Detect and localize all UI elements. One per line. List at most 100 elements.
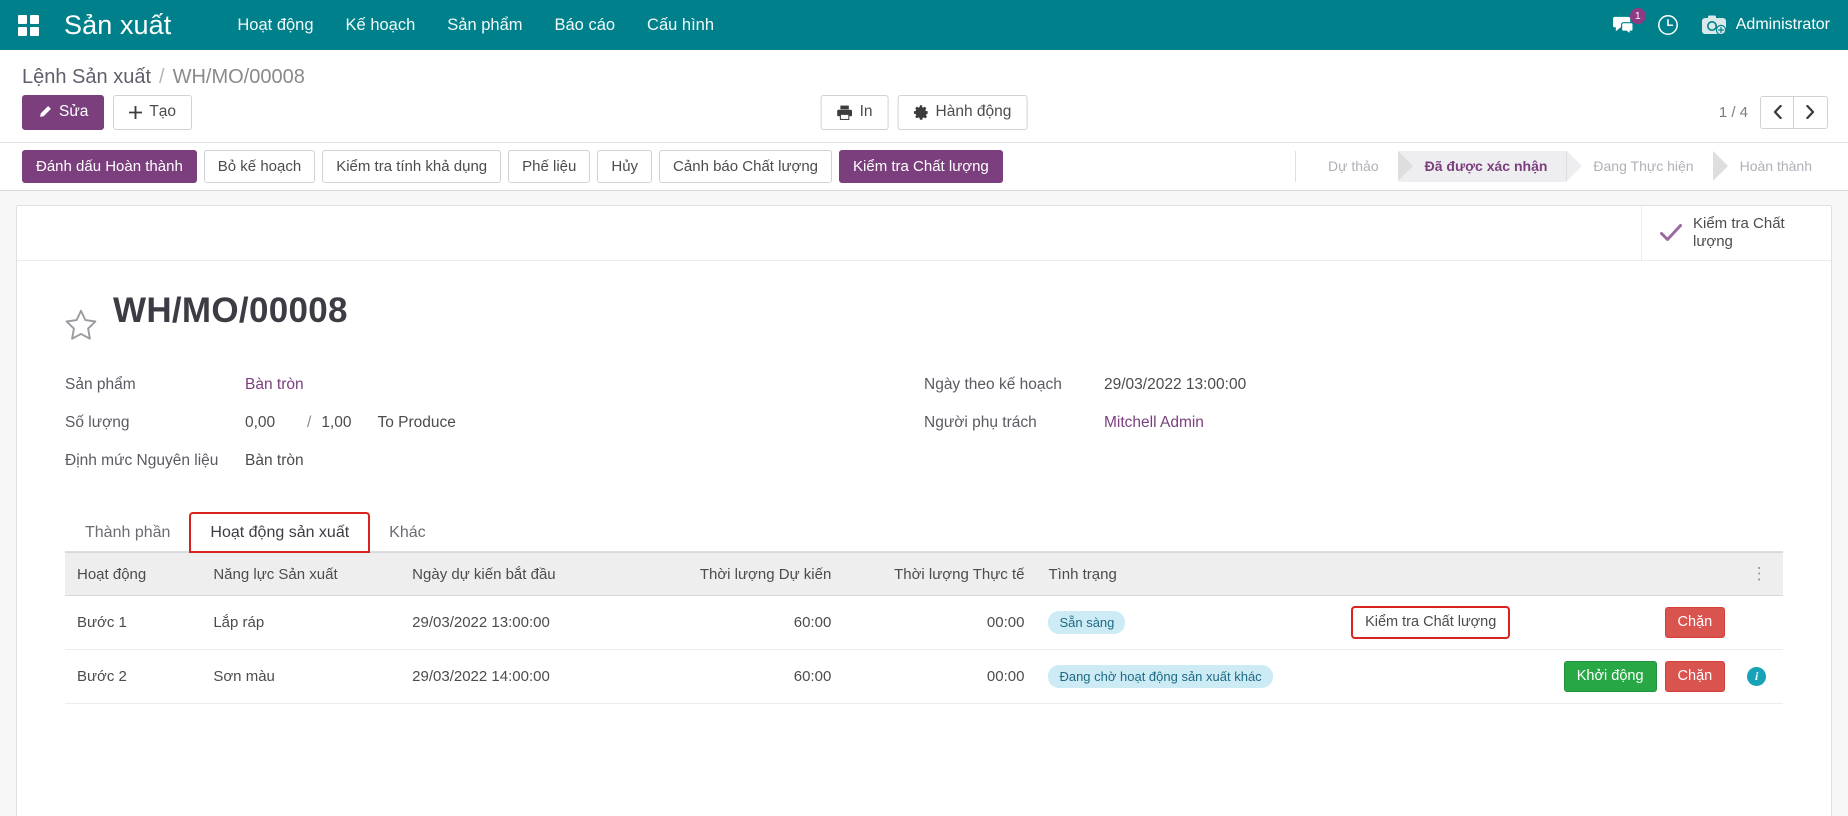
nav-menu-san-pham[interactable]: Sản phẩm [431,9,538,42]
info-icon[interactable]: i [1747,667,1766,686]
work-orders-table: Hoạt động Năng lực Sản xuất Ngày dự kiến… [65,552,1783,704]
plus-icon [129,106,142,119]
row-quality-check-button[interactable]: Kiểm tra Chất lượng [1352,607,1509,638]
quantity-produced-value[interactable]: 0,00 [245,411,297,435]
field-row-product: Sản phẩm Bàn tròn [65,373,884,397]
mark-done-button[interactable]: Đánh dấu Hoàn thành [22,150,197,184]
tab-khac[interactable]: Khác [369,513,445,552]
form-sheet: Kiểm tra Chất lượng WH/MO/00008 Sản phẩm… [16,205,1832,816]
table-row[interactable]: Bước 2 Sơn màu 29/03/2022 14:00:00 60:00… [65,649,1783,703]
status-stage-confirmed[interactable]: Đã được xác nhận [1399,151,1568,182]
cell-row-info: i [1735,649,1783,703]
field-value-quantity: 0,00 / 1,00 To Produce [245,411,456,435]
pager-next-button[interactable] [1794,96,1828,129]
cancel-button[interactable]: Hủy [597,150,652,184]
control-panel-center: In Hành động [821,95,1028,130]
create-button-label: Tạo [149,103,176,122]
star-outline-icon[interactable] [65,309,97,345]
field-value-scheduled-date[interactable]: 29/03/2022 13:00:00 [1104,373,1246,397]
nav-menu-bao-cao[interactable]: Báo cáo [539,9,632,42]
scrap-button[interactable]: Phế liệu [508,150,590,184]
cell-status: Sẵn sàng [1036,596,1320,650]
quality-check-button[interactable]: Kiểm tra Chất lượng [839,150,1003,184]
table-header: Hoạt động Năng lực Sản xuất Ngày dự kiến… [65,553,1783,596]
cell-action-primary [1321,649,1520,703]
col-expected-duration[interactable]: Thời lượng Dự kiến [639,553,844,596]
cell-workcenter: Sơn màu [201,649,400,703]
unplan-button[interactable]: Bỏ kế hoạch [204,150,315,184]
apps-menu-button[interactable] [0,0,56,50]
pager-previous-button[interactable] [1760,96,1794,129]
row-start-button[interactable]: Khởi động [1564,661,1657,692]
control-panel: Sửa Tạo In Hành động 1 / 4 [0,95,1848,142]
col-workcenter[interactable]: Năng lực Sản xuất [201,553,400,596]
status-stage-draft[interactable]: Dự thảo [1302,151,1399,182]
create-button[interactable]: Tạo [113,95,192,130]
field-value-responsible[interactable]: Mitchell Admin [1104,411,1204,435]
check-icon [1660,223,1682,243]
breadcrumb-separator: / [159,66,165,89]
col-actions-primary [1321,553,1520,596]
quantity-target-value[interactable]: 1,00 [321,411,351,435]
form-group-left: Sản phẩm Bàn tròn Số lượng 0,00 / 1,00 T… [65,373,924,487]
nav-menu-cau-hinh[interactable]: Cấu hình [631,9,730,42]
printer-icon [837,105,853,120]
table-row[interactable]: Bước 1 Lắp ráp 29/03/2022 13:00:00 60:00… [65,596,1783,650]
nav-menu-ke-hoach[interactable]: Kế hoạch [330,9,432,42]
field-label-scheduled-date: Ngày theo kế hoạch [924,373,1104,397]
status-stage-done[interactable]: Hoàn thành [1714,151,1832,182]
print-button[interactable]: In [821,95,889,130]
breadcrumb-root-link[interactable]: Lệnh Sản xuất [22,66,151,89]
top-navbar: Sản xuất Hoạt động Kế hoạch Sản phẩm Báo… [0,0,1848,50]
field-value-bom[interactable]: Bàn tròn [245,449,304,473]
smart-button-label: Kiểm tra Chất lượng [1693,215,1808,251]
smart-button-quality-check[interactable]: Kiểm tra Chất lượng [1641,206,1831,260]
col-operation[interactable]: Hoạt động [65,553,201,596]
field-label-responsible: Người phụ trách [924,411,1104,435]
action-button[interactable]: Hành động [898,95,1028,130]
cell-expected-duration: 60:00 [639,649,844,703]
check-availability-button[interactable]: Kiểm tra tính khả dụng [322,150,501,184]
tab-hoat-dong-san-xuat[interactable]: Hoạt động sản xuất [190,513,369,552]
navbar-right-tools: 1 Administrator [1612,14,1830,36]
col-status[interactable]: Tình trạng [1036,553,1320,596]
messages-badge: 1 [1630,8,1646,25]
vertical-dots-icon[interactable]: ⋮ [1751,564,1768,583]
chevron-right-icon [1806,105,1815,119]
cell-workcenter: Lắp ráp [201,596,400,650]
cell-operation: Bước 1 [65,596,201,650]
quality-alert-button[interactable]: Cảnh báo Chất lượng [659,150,832,184]
tab-thanh-phan[interactable]: Thành phần [65,513,190,552]
field-value-product[interactable]: Bàn tròn [245,373,304,397]
messages-button[interactable]: 1 [1612,15,1635,36]
avatar-camera-icon [1701,14,1727,36]
status-stage-in-progress[interactable]: Đang Thực hiện [1567,151,1713,182]
table-header-row: Hoạt động Năng lực Sản xuất Ngày dự kiến… [65,553,1783,596]
row-block-button[interactable]: Chặn [1665,607,1726,638]
activities-button[interactable] [1657,14,1679,36]
edit-button[interactable]: Sửa [22,95,104,130]
col-real-duration[interactable]: Thời lượng Thực tế [843,553,1036,596]
row-button-stack: Khởi động Chặn [1564,661,1725,692]
field-label-quantity: Số lượng [65,411,245,435]
print-button-label: In [860,103,873,122]
user-menu[interactable]: Administrator [1701,14,1830,36]
cell-action-secondary: Chặn [1519,596,1735,650]
app-brand-title[interactable]: Sản xuất [64,10,171,41]
nav-menu-hoat-dong[interactable]: Hoạt động [221,9,329,42]
record-title-row: WH/MO/00008 [17,261,1831,353]
cell-start-date: 29/03/2022 13:00:00 [400,596,639,650]
status-action-buttons: Đánh dấu Hoàn thành Bỏ kế hoạch Kiểm tra… [22,150,1003,184]
gear-icon [914,105,929,120]
cell-action-secondary: Khởi động Chặn [1519,649,1735,703]
pager-counter: 1 / 4 [1719,104,1748,121]
field-row-responsible: Người phụ trách Mitchell Admin [924,411,1743,435]
status-flow: Dự thảo Đã được xác nhận Đang Thực hiện … [1295,151,1832,182]
cell-start-date: 29/03/2022 14:00:00 [400,649,639,703]
field-row-bom: Định mức Nguyên liệu Bàn tròn [65,449,884,473]
smart-button-row: Kiểm tra Chất lượng [17,206,1831,261]
cell-status: Đang chờ hoạt động sản xuất khác [1036,649,1320,703]
col-start-date[interactable]: Ngày dự kiến bắt đầu [400,553,639,596]
col-optional-toggle[interactable]: ⋮ [1735,553,1783,596]
row-block-button[interactable]: Chặn [1665,661,1726,692]
